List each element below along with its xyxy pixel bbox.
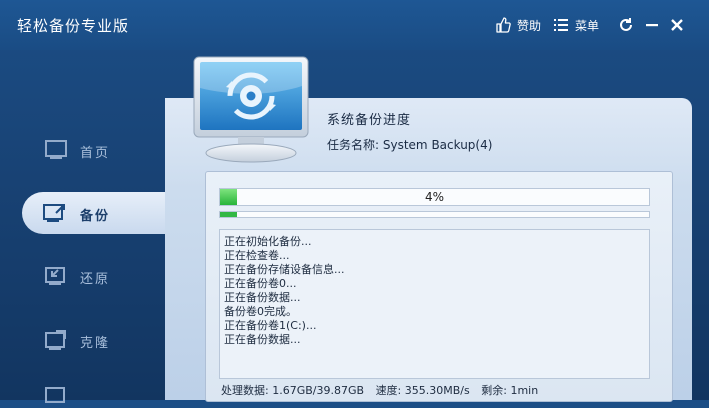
sidebar-item-clone[interactable]: 克隆 [0,318,165,362]
task-name: 任务名称: System Backup(4) [327,136,492,153]
menu-button[interactable]: 菜单 [552,16,599,34]
remaining-label: 剩余: [481,384,507,397]
sidebar-item-label: 备份 [80,209,111,224]
processed-label: 处理数据: [221,384,269,397]
title-bar: 轻松备份专业版 赞助 菜单 [0,0,709,50]
item-progress-bar [219,211,650,218]
speed-value: 355.30MB/s [404,384,470,397]
refresh-icon [620,18,632,31]
app-title: 轻松备份专业版 [17,17,130,35]
clone-icon [45,330,66,350]
close-button[interactable] [667,15,687,35]
close-icon [671,19,683,31]
log-line: 正在备份数据... [224,333,301,346]
speed-label: 速度: [375,384,402,397]
log-list[interactable]: 正在初始化备份... 正在检查卷... 正在备份存储设备信息... 正在备份卷0… [219,229,650,379]
sidebar-item-home[interactable]: 首页 [0,128,165,172]
donate-label: 赞助 [517,18,542,33]
menu-icon [552,16,570,34]
menu-label: 菜单 [575,18,600,33]
sidebar-item-more[interactable] [0,384,165,403]
backup-icon [43,204,65,222]
task-name-label: 任务名称: [327,138,380,152]
sidebar-item-label: 还原 [80,272,111,287]
sidebar-item-restore[interactable]: 还原 [0,254,165,298]
remaining-value: 1min [510,384,539,397]
tools-icon [45,387,65,403]
minimize-icon [646,24,658,27]
refresh-button[interactable] [616,15,636,35]
thumbs-up-icon [494,16,512,34]
item-progress-fill [220,212,238,217]
monitor-backup-icon [193,56,309,163]
restore-icon [45,267,65,285]
donate-button[interactable]: 赞助 [494,16,541,34]
stats-row: 处理数据: 1.67GB/39.87GB 速度: 355.30MB/s 剩余: … [221,382,538,398]
sidebar-item-label: 克隆 [80,336,111,351]
sidebar-item-label: 首页 [80,146,111,161]
sidebar-item-backup[interactable]: 备份 [22,192,165,234]
home-icon [45,140,67,159]
task-name-value: System Backup(4) [382,138,493,152]
overall-progress-bar: 4% [219,188,650,206]
task-heading: 系统备份进度 [327,113,412,128]
minimize-button[interactable] [642,15,662,35]
progress-percent: 4% [424,190,445,204]
processed-value: 1.67GB/39.87GB [272,384,365,397]
